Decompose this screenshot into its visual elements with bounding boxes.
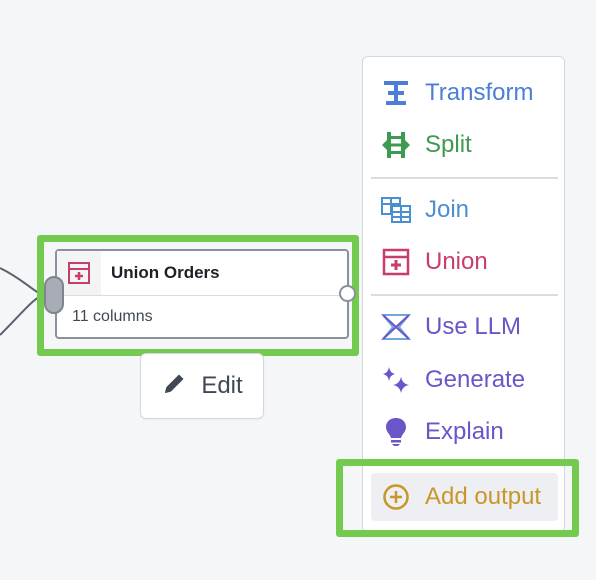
add-output-highlight (336, 459, 579, 537)
union-icon (379, 245, 413, 279)
union-orders-node[interactable]: Union Orders 11 columns (55, 249, 349, 339)
sparkle-icon (379, 363, 413, 397)
menu-item-label: Join (425, 196, 470, 223)
menu-item-join[interactable]: Join (371, 187, 558, 233)
menu-item-transform[interactable]: Transform (371, 70, 558, 116)
menu-item-union[interactable]: Union (371, 239, 558, 285)
node-column-count: 11 columns (72, 308, 153, 325)
edit-label: Edit (201, 372, 243, 399)
join-icon (379, 193, 413, 227)
menu-item-label: Split (425, 131, 472, 158)
menu-item-use-llm[interactable]: Use LLM (371, 304, 558, 350)
menu-item-label: Use LLM (425, 313, 522, 340)
menu-item-label: Transform (425, 79, 534, 106)
lightbulb-icon (379, 415, 413, 449)
menu-item-split[interactable]: Split (371, 122, 558, 168)
node-input-port[interactable] (44, 276, 64, 314)
node-output-port[interactable] (339, 285, 356, 302)
menu-item-label: Explain (425, 418, 504, 445)
transform-icon (379, 76, 413, 110)
menu-divider (371, 294, 558, 296)
menu-item-explain[interactable]: Explain (371, 409, 558, 455)
menu-item-label: Union (425, 248, 488, 275)
edit-button[interactable]: Edit (140, 353, 264, 419)
menu-divider (371, 177, 558, 179)
menu-item-label: Generate (425, 366, 526, 393)
llm-icon (379, 310, 413, 344)
pencil-icon (161, 371, 187, 402)
node-title: Union Orders (111, 263, 220, 282)
node-header: Union Orders (57, 251, 347, 296)
split-icon (379, 128, 413, 162)
menu-item-generate[interactable]: Generate (371, 357, 558, 403)
